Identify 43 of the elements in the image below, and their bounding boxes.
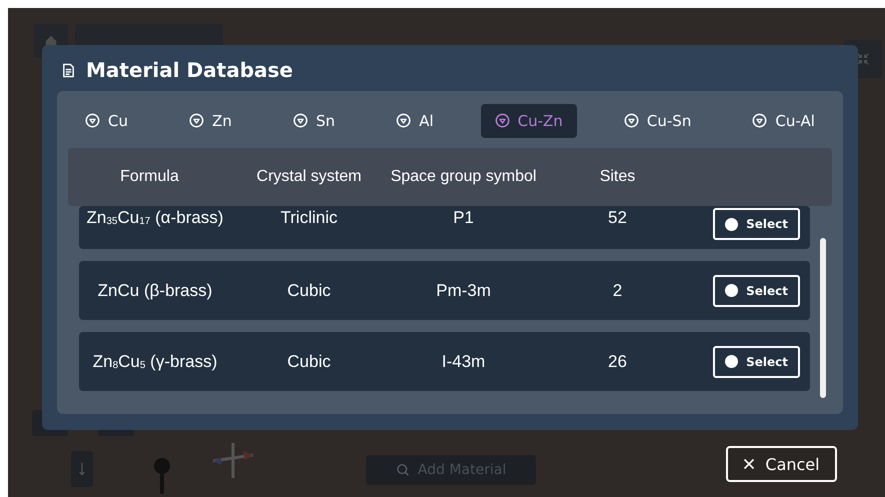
search-icon [396, 463, 410, 477]
gem-icon [624, 113, 639, 128]
table-cell-text: P1 [452, 208, 475, 228]
select-button[interactable]: Select [713, 208, 800, 240]
table-cell-text: I-43m [440, 352, 486, 372]
document-icon [61, 62, 76, 78]
tab[interactable]: Zn [175, 104, 246, 138]
column-header: Space group symbol [390, 168, 538, 186]
gem-icon [85, 113, 100, 128]
close-icon [743, 458, 756, 470]
table-cell-text: Pm-3m [435, 280, 492, 300]
table-cell-text: Zn$_{8}$Cu$_{5}$ (γ-brass) [92, 352, 218, 372]
tab[interactable]: Cu-Zn [480, 104, 577, 138]
table-cell-text: Zn$_{35}$Cu$_{17}$ (α-brass) [86, 208, 224, 228]
gem-icon [292, 113, 308, 128]
tab[interactable]: Sn [278, 104, 349, 138]
pin-icon [152, 456, 172, 496]
column-header: Crystal system [256, 168, 362, 186]
table-cell-text: Cubic [286, 280, 332, 300]
table-cell-text: 52 [607, 208, 628, 228]
tab[interactable]: Cu [71, 104, 142, 138]
down-button[interactable] [71, 451, 93, 487]
select-button[interactable]: Select [713, 346, 800, 378]
tab[interactable]: Cu-Al [738, 104, 829, 138]
cancel-button[interactable]: Cancel [726, 446, 837, 482]
column-header: Formula [119, 168, 180, 186]
tab[interactable]: Cu-Sn [610, 104, 706, 138]
collapse-icon [856, 52, 870, 66]
down-arrow-icon [78, 461, 86, 477]
scrollbar[interactable] [820, 238, 826, 398]
table-cell-text: Triclinic [280, 208, 338, 228]
table-cell-text: ZnCu (β-brass) [96, 280, 214, 300]
column-header: Sites [598, 168, 636, 186]
tab[interactable]: Al [382, 104, 448, 138]
dialog-title: Material Database [86, 58, 293, 82]
gem-icon [189, 113, 204, 128]
gem-icon [494, 113, 510, 128]
table-cell-text: 26 [607, 352, 628, 372]
table-cell-text: 2 [612, 280, 624, 300]
table-cell-text: Cubic [286, 352, 332, 372]
gem-icon [396, 113, 412, 128]
select-button[interactable]: Select [713, 274, 800, 306]
gem-icon [752, 113, 768, 128]
